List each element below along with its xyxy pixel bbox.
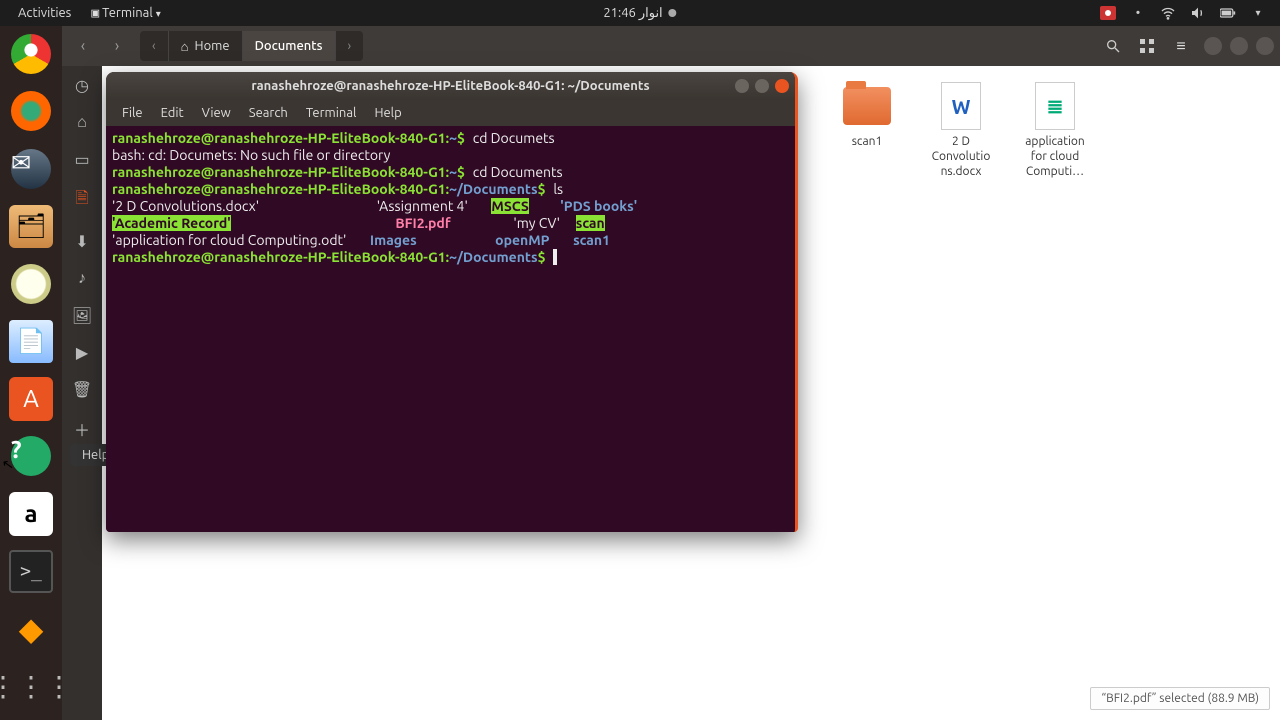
dock-terminal[interactable]: >_ [9, 550, 53, 594]
file-label: scan1 [852, 134, 883, 149]
path-documents-label: Documents [255, 39, 323, 53]
sidebar-documents-icon[interactable]: 🗎 [76, 187, 89, 214]
home-icon: ⌂ [181, 39, 189, 54]
menu-terminal[interactable]: Terminal [298, 103, 365, 123]
sidebar-videos-icon[interactable]: ▶ [76, 343, 88, 362]
menu-edit[interactable]: Edit [153, 103, 192, 123]
volume-icon[interactable] [1190, 5, 1206, 21]
files-headerbar: ‹ › ‹ ⌂ Home Documents › ≡ [62, 26, 1280, 66]
path-seg-prev[interactable]: ‹ [140, 31, 169, 61]
dock-help[interactable]: ? [9, 435, 53, 479]
sidebar-trash-icon[interactable]: 🗑 [72, 380, 92, 399]
system-menu-chevron-icon[interactable]: ▾ [1250, 5, 1266, 21]
app-menu-label: Terminal [102, 6, 153, 20]
clock-label: انوار 21:46 [603, 6, 662, 21]
sidebar-pictures-icon[interactable]: 🖼 [72, 306, 92, 325]
activities-button[interactable]: Activities [10, 2, 79, 24]
clock-dot-icon [669, 9, 677, 17]
dock-files[interactable]: 🗂 [9, 205, 53, 249]
docx-icon: W [941, 82, 981, 130]
path-home-label: Home [195, 39, 230, 53]
files-minimize-button[interactable] [1204, 37, 1222, 55]
sidebar-downloads-icon[interactable]: ⬇ [75, 232, 88, 251]
file-label: application for cloud Computi… [1018, 134, 1092, 179]
app-menu-button[interactable]: ▣ Terminal ▾ [83, 2, 168, 25]
dock-sublime[interactable]: ◆ [9, 607, 53, 651]
sidebar-music-icon[interactable]: ♪ [78, 269, 86, 288]
file-item-scan1[interactable]: scan1 [830, 82, 904, 179]
nav-back-button[interactable]: ‹ [68, 31, 98, 61]
ubuntu-dock: ✉ 🗂 📄 A ? a >_ ◆ ⋮⋮⋮ [0, 26, 62, 720]
hamburger-menu-button[interactable]: ≡ [1166, 31, 1196, 61]
dock-chrome[interactable] [9, 32, 53, 76]
nav-forward-button[interactable]: › [102, 31, 132, 61]
wifi-icon[interactable] [1160, 5, 1176, 21]
dock-rhythmbox[interactable] [9, 262, 53, 306]
files-maximize-button[interactable] [1230, 37, 1248, 55]
gnome-top-bar: Activities ▣ Terminal ▾ انوار 21:46 • ▾ [0, 0, 1280, 26]
sidebar-recent-icon[interactable]: ◷ [75, 76, 89, 95]
sidebar-desktop-icon[interactable]: ▭ [74, 150, 89, 169]
menu-search[interactable]: Search [241, 103, 296, 123]
files-status-bar: “BFI2.pdf” selected (88.9 MB) [1090, 687, 1270, 710]
dock-firefox[interactable] [9, 90, 53, 134]
terminal-menubar: File Edit View Search Terminal Help [106, 100, 795, 126]
dock-amazon[interactable]: a [9, 492, 53, 536]
file-label: 2 D Convolutio ns.docx [924, 134, 998, 179]
path-seg-documents[interactable]: Documents [243, 31, 336, 61]
view-grid-button[interactable] [1132, 31, 1162, 61]
files-close-button[interactable] [1256, 37, 1274, 55]
clock[interactable]: انوار 21:46 [603, 6, 676, 21]
path-bar: ‹ ⌂ Home Documents › [140, 31, 363, 61]
terminal-minimize-button[interactable] [735, 79, 749, 93]
terminal-title: ranashehroze@ranashehroze-HP-EliteBook-8… [251, 79, 649, 93]
terminal-icon: ▣ [91, 6, 99, 21]
terminal-content[interactable]: ranashehroze@ranashehroze-HP-EliteBook-8… [106, 126, 795, 532]
battery-icon[interactable] [1220, 5, 1236, 21]
search-button[interactable] [1098, 31, 1128, 61]
dock-thunderbird[interactable]: ✉ [9, 147, 53, 191]
path-seg-next[interactable]: › [336, 31, 364, 61]
menu-help[interactable]: Help [366, 103, 409, 123]
sidebar-other-locations-icon[interactable]: ＋ [74, 417, 90, 441]
dock-libreoffice-writer[interactable]: 📄 [9, 320, 53, 364]
file-item-convolutions-docx[interactable]: W 2 D Convolutio ns.docx [924, 82, 998, 179]
terminal-titlebar[interactable]: ranashehroze@ranashehroze-HP-EliteBook-8… [106, 72, 795, 100]
menu-file[interactable]: File [114, 103, 151, 123]
path-seg-home[interactable]: ⌂ Home [169, 31, 243, 61]
menu-view[interactable]: View [194, 103, 239, 123]
terminal-window: ranashehroze@ranashehroze-HP-EliteBook-8… [106, 72, 798, 532]
chevron-down-icon: ▾ [156, 8, 161, 19]
dock-ubuntu-software[interactable]: A [9, 377, 53, 421]
terminal-maximize-button[interactable] [755, 79, 769, 93]
sidebar-home-icon[interactable]: ⌂ [77, 113, 87, 132]
input-source-indicator[interactable]: • [1130, 5, 1146, 21]
dock-show-apps[interactable]: ⋮⋮⋮ [9, 665, 53, 709]
folder-icon [843, 87, 891, 125]
files-sidebar: ◷ ⌂ ▭ 🗎 ⬇ ♪ 🖼 ▶ 🗑 ＋ [62, 66, 102, 720]
odt-icon: ≣ [1035, 82, 1075, 130]
screen-record-indicator[interactable] [1100, 5, 1116, 21]
file-item-application-odt[interactable]: ≣ application for cloud Computi… [1018, 82, 1092, 179]
terminal-close-button[interactable] [775, 79, 789, 93]
